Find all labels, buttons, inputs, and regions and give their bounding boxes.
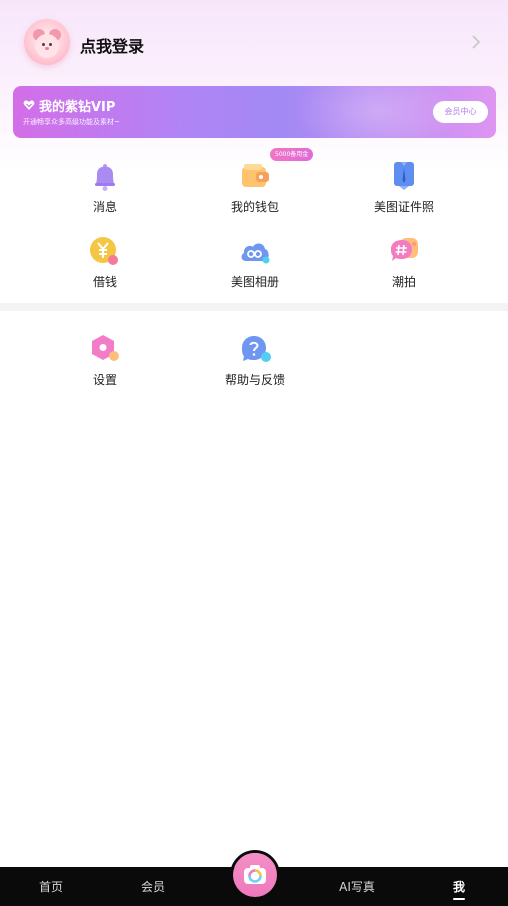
menu-item-label: 潮拍	[391, 275, 416, 289]
hashtag-bubble-icon	[391, 238, 418, 261]
vip-subtitle: 开通畅享众多高级功能及素材~	[23, 118, 120, 126]
menu-item-messages[interactable]: 消息	[55, 160, 155, 220]
section-divider	[0, 303, 508, 311]
nav-home[interactable]: 首页	[21, 878, 81, 895]
yen-coin-icon	[90, 237, 118, 265]
menu-item-label: 帮助与反馈	[224, 373, 285, 387]
menu-item-label: 我的钱包	[230, 200, 279, 214]
menu-item-photo-album[interactable]: 美图相册	[205, 235, 305, 295]
wallet-badge: 5000备用金	[270, 148, 314, 161]
id-photo-icon	[394, 162, 414, 190]
wallet-icon	[242, 164, 269, 187]
help-bubble-icon	[242, 336, 271, 362]
settings-hexagon-icon	[92, 335, 119, 361]
menu-item-borrow[interactable]: 借钱	[55, 235, 155, 295]
menu-item-id-photo[interactable]: 美图证件照	[354, 160, 454, 220]
login-prompt[interactable]: 点我登录	[80, 33, 144, 57]
menu-item-label: 借钱	[92, 275, 117, 289]
nav-ai-portrait[interactable]: AI写真	[327, 878, 387, 895]
menu-item-settings[interactable]: 设置	[55, 333, 155, 393]
avatar[interactable]	[24, 19, 70, 65]
vip-banner[interactable]: 我的紫钻VIP 开通畅享众多高级功能及素材~ 会员中心	[13, 86, 496, 138]
nav-me[interactable]: 我	[429, 878, 489, 895]
active-tab-indicator	[453, 898, 465, 900]
vip-title: 我的紫钻VIP	[39, 100, 116, 115]
member-center-button[interactable]: 会员中心	[433, 101, 488, 123]
login-header[interactable]: 点我登录	[0, 16, 508, 70]
bell-icon	[95, 164, 115, 191]
camera-icon	[244, 865, 266, 884]
cloud-album-icon	[241, 243, 270, 264]
chevron-right-icon	[466, 32, 486, 52]
menu-item-trendy-shoot[interactable]: 潮拍	[354, 235, 454, 295]
diamond-heart-icon	[23, 100, 35, 110]
menu-item-label: 美图证件照	[373, 200, 434, 214]
menu-item-label: 消息	[92, 200, 117, 214]
menu-item-wallet[interactable]: 我的钱包	[205, 160, 305, 220]
menu-item-label: 设置	[92, 373, 117, 387]
menu-item-label: 美图相册	[230, 275, 279, 289]
nav-member[interactable]: 会员	[123, 878, 183, 895]
camera-button[interactable]	[233, 853, 277, 897]
menu-item-help-feedback[interactable]: 帮助与反馈	[205, 333, 305, 393]
